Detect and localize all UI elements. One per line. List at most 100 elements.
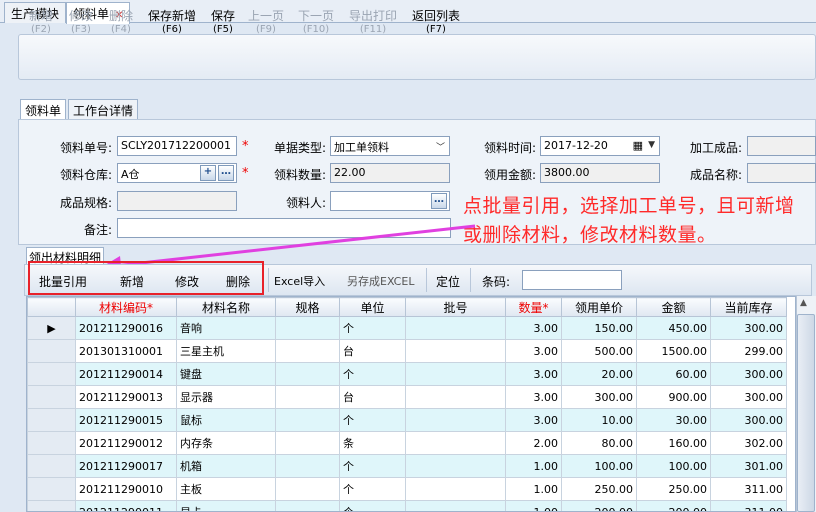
table-cell[interactable]: 1.00: [505, 500, 562, 511]
col-header[interactable]: 金额: [636, 297, 711, 317]
table-cell[interactable]: 键盘: [176, 362, 276, 386]
table-cell[interactable]: 250.00: [636, 477, 711, 501]
table-cell[interactable]: 300.00: [710, 408, 787, 432]
table-cell[interactable]: 机箱: [176, 454, 276, 478]
product-field[interactable]: [747, 136, 816, 156]
scroll-up-icon[interactable]: ▲: [800, 298, 807, 308]
table-cell[interactable]: 450.00: [636, 316, 711, 340]
prev-page-button[interactable]: 上一页 (F9): [246, 9, 286, 37]
table-cell[interactable]: 201211290010: [75, 477, 177, 501]
row-header[interactable]: [27, 408, 76, 432]
col-header[interactable]: 领用单价: [561, 297, 637, 317]
table-cell[interactable]: 3.00: [505, 316, 562, 340]
table-cell[interactable]: 主板: [176, 477, 276, 501]
table-cell[interactable]: 音响: [176, 316, 276, 340]
table-cell[interactable]: 个: [339, 477, 406, 501]
export-print-button[interactable]: 导出打印 (F11): [346, 9, 400, 37]
table-cell[interactable]: 80.00: [561, 431, 637, 455]
table-cell[interactable]: 201211290011: [75, 500, 177, 511]
table-cell[interactable]: 1500.00: [636, 339, 711, 363]
table-cell[interactable]: 150.00: [561, 316, 637, 340]
person-field[interactable]: …: [330, 191, 450, 211]
table-cell[interactable]: 1.00: [505, 454, 562, 478]
ellipsis-icon[interactable]: …: [431, 193, 447, 209]
row-header[interactable]: [27, 362, 76, 386]
col-header[interactable]: 当前库存: [710, 297, 787, 317]
barcode-input[interactable]: [522, 270, 622, 290]
table-cell[interactable]: 900.00: [636, 385, 711, 409]
table-cell[interactable]: 311.00: [710, 477, 787, 501]
chevron-down-icon[interactable]: ▼: [648, 140, 655, 150]
table-cell[interactable]: 20.00: [561, 362, 637, 386]
table-cell[interactable]: [275, 477, 340, 501]
table-cell[interactable]: 300.00: [710, 316, 787, 340]
table-cell[interactable]: 201211290015: [75, 408, 177, 432]
table-cell[interactable]: [405, 500, 506, 511]
table-cell[interactable]: 299.00: [710, 339, 787, 363]
excel-import-button[interactable]: Excel导入: [274, 273, 325, 289]
next-page-button[interactable]: 下一页 (F10): [296, 9, 336, 37]
locate-button[interactable]: 定位: [436, 273, 460, 290]
table-cell[interactable]: 3.00: [505, 385, 562, 409]
table-row[interactable]: 201211290011显卡个1.00200.00200.00311.00: [27, 500, 787, 511]
table-cell[interactable]: 500.00: [561, 339, 637, 363]
table-cell[interactable]: 1.00: [505, 477, 562, 501]
calendar-icon[interactable]: ▦: [633, 139, 643, 152]
table-cell[interactable]: 台: [339, 339, 406, 363]
table-cell[interactable]: 200.00: [636, 500, 711, 511]
tab-workbench-detail[interactable]: 工作台详情: [68, 99, 139, 119]
table-cell[interactable]: [275, 339, 340, 363]
table-cell[interactable]: 201211290017: [75, 454, 177, 478]
table-cell[interactable]: 个: [339, 454, 406, 478]
table-cell[interactable]: 200.00: [561, 500, 637, 511]
table-cell[interactable]: 显卡: [176, 500, 276, 511]
table-row[interactable]: 201211290017 机箱个 1.00 100.00 100.00 301.00: [27, 454, 787, 478]
order-no-field[interactable]: SCLY201712200001: [117, 136, 237, 156]
table-cell[interactable]: [275, 408, 340, 432]
save-and-new-button[interactable]: 保存新增 (F6): [146, 9, 198, 37]
back-to-list-button[interactable]: 返回列表 (F7): [410, 9, 462, 37]
table-cell[interactable]: 201211290013: [75, 385, 177, 409]
table-row[interactable]: 201211290014 键盘 个 3.00 20.00 60.00 300.00: [27, 362, 787, 386]
save-as-excel-button[interactable]: 另存成EXCEL: [347, 273, 414, 289]
table-cell[interactable]: 311.00: [710, 500, 787, 511]
table-cell[interactable]: 个: [339, 408, 406, 432]
table-row[interactable]: 201301310001 三星主机 台 3.00 500.00 1500.00 299.00: [27, 339, 787, 363]
table-cell[interactable]: 内存条: [176, 431, 276, 455]
table-cell[interactable]: [275, 362, 340, 386]
table-cell[interactable]: 个: [339, 362, 406, 386]
table-cell[interactable]: [405, 454, 506, 478]
plus-icon[interactable]: +: [200, 165, 216, 181]
table-cell[interactable]: 三星主机: [176, 339, 276, 363]
row-header[interactable]: [27, 500, 76, 511]
row-header[interactable]: [27, 385, 76, 409]
table-cell[interactable]: 250.00: [561, 477, 637, 501]
col-header[interactable]: 数量*: [505, 297, 562, 317]
table-cell[interactable]: 201211290012: [75, 431, 177, 455]
save-button[interactable]: 保存 (F5): [208, 9, 238, 37]
table-cell[interactable]: 3.00: [505, 339, 562, 363]
table-cell[interactable]: 30.00: [636, 408, 711, 432]
col-header[interactable]: 批号: [405, 297, 506, 317]
col-header[interactable]: 规格: [275, 297, 340, 317]
row-header[interactable]: [27, 454, 76, 478]
table-cell[interactable]: 201211290014: [75, 362, 177, 386]
edit-button[interactable]: 修改 (F3): [66, 9, 96, 37]
col-header[interactable]: 材料编码*: [75, 297, 177, 317]
table-cell[interactable]: 100.00: [636, 454, 711, 478]
time-field[interactable]: 2017-12-20 ▦ ▼: [540, 136, 660, 156]
table-cell[interactable]: [405, 339, 506, 363]
table-cell[interactable]: 160.00: [636, 431, 711, 455]
table-cell[interactable]: [405, 362, 506, 386]
table-cell[interactable]: 个: [339, 500, 406, 511]
table-row[interactable]: 201211290013 显示器台 3.00 300.00 900.00 300.00: [27, 385, 787, 409]
table-cell[interactable]: 60.00: [636, 362, 711, 386]
table-cell[interactable]: [275, 454, 340, 478]
ellipsis-icon[interactable]: …: [218, 165, 234, 181]
table-cell[interactable]: [275, 431, 340, 455]
table-cell[interactable]: 个: [339, 316, 406, 340]
table-cell[interactable]: 300.00: [561, 385, 637, 409]
row-header[interactable]: [27, 477, 76, 501]
table-cell[interactable]: [275, 500, 340, 511]
table-cell[interactable]: 300.00: [710, 385, 787, 409]
